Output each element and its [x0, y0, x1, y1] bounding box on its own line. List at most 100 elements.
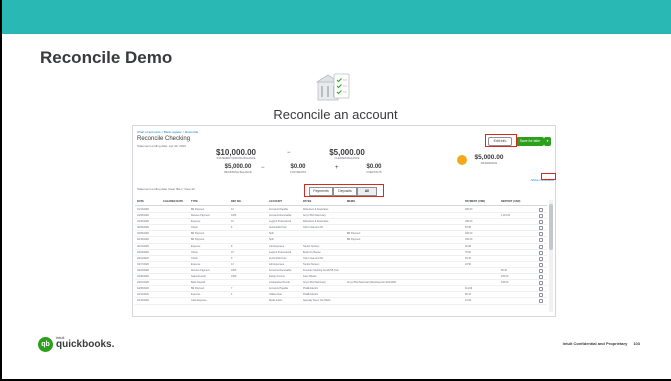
row-checkbox[interactable] — [539, 238, 543, 243]
beginning-balance-value: $5,000.00 — [224, 164, 252, 170]
table-row[interactable]: 04/19/2020 Cash Expense Meals & Ent. Squeak… — [135, 298, 547, 305]
cell-date: 04/19/2020 — [137, 299, 149, 303]
row-checkbox[interactable] — [539, 226, 543, 231]
cell-payment: 250.00 — [465, 220, 473, 224]
cell-payment: 19.99 — [465, 299, 471, 303]
cell-type: Check — [191, 226, 198, 230]
statement-date: Statement ending date: Apr 30, 2020 — [137, 144, 186, 148]
row-checkbox[interactable] — [539, 220, 543, 225]
slide-border-left — [0, 0, 2, 381]
plus-sign: + — [335, 165, 339, 171]
cell-type: Bank Deposit — [191, 281, 206, 285]
column-deposit[interactable]: DEPOSIT (USD) — [501, 200, 520, 203]
cell-payment: 23.50 — [465, 262, 471, 266]
payments-label: 0 payments — [289, 171, 307, 174]
cell-account: Job Expenses — [269, 262, 285, 266]
cell-ref: 1008 — [231, 275, 237, 279]
filter-bar[interactable]: Statement ending date Clear filter / Vie… — [137, 187, 194, 191]
row-checkbox[interactable] — [539, 287, 543, 292]
reconcile-document-icon — [316, 73, 350, 101]
column-account[interactable]: ACCOUNT — [269, 200, 282, 203]
cell-payee: Tania's Nursery — [303, 262, 320, 266]
cell-date: 03/03/2020 — [137, 250, 149, 254]
row-checkbox[interactable] — [539, 256, 543, 261]
column-payee[interactable]: PAYEE — [303, 200, 311, 203]
deposits-value: $0.00 — [366, 164, 382, 170]
cell-payment: 114.09 — [465, 287, 473, 291]
cell-payee: PG&E Electric — [303, 287, 319, 291]
cell-payee: Robertson & Associates — [303, 208, 329, 211]
cell-payee: Chin's Gas and Oil — [303, 226, 323, 230]
cell-payment: 200.00 — [465, 232, 473, 236]
difference-value: $5,000.00 — [474, 154, 504, 161]
cell-type: Receive Payment — [191, 268, 210, 272]
cell-account: Automobile:Fuel — [269, 256, 287, 260]
row-checkbox[interactable] — [539, 244, 543, 249]
cell-account: Automobile:Fuel — [269, 226, 287, 230]
row-checkbox[interactable] — [539, 262, 543, 267]
footer-note: Intuit Confidential and Proprietary 103 — [540, 341, 640, 346]
cell-account: Design income — [269, 275, 285, 279]
minus-sign: − — [287, 150, 291, 156]
cell-deposit: 1,115.00 — [501, 214, 511, 218]
table-scrollbar[interactable] — [549, 200, 553, 312]
cell-deposit: 86.40 — [501, 268, 507, 272]
cell-account: Accounts Payable — [269, 287, 289, 291]
row-checkbox[interactable] — [539, 208, 543, 212]
highlight-edit-info — [485, 134, 517, 147]
cell-account: Legal & Professional — [269, 250, 291, 254]
cell-date: 03/24/2020 — [137, 268, 149, 272]
cell-payee: Tania's Nursery — [303, 244, 320, 248]
account-title: Reconcile Checking — [137, 136, 191, 142]
row-checkbox[interactable] — [539, 293, 543, 298]
scrollbar-thumb[interactable] — [549, 204, 553, 250]
cell-account: Utilities:Gas — [269, 293, 282, 297]
row-checkbox[interactable] — [539, 281, 543, 286]
row-checkbox[interactable] — [539, 268, 543, 273]
cell-ref: 6 — [231, 226, 233, 230]
cell-payee: Amy's Bird Sanctuary — [303, 281, 326, 285]
cell-payee: Chin's Gas and Oil — [303, 256, 323, 260]
save-dropdown-button[interactable]: ▾ — [544, 137, 551, 146]
column-ref-no[interactable]: REF NO. — [231, 200, 242, 203]
column-date[interactable]: DATE — [137, 200, 144, 203]
cell-ref: 15 — [231, 250, 234, 254]
cell-date: 04/01/2020 — [137, 281, 149, 285]
cell-payment: 63.15 — [465, 256, 471, 260]
cell-type: Bill Payment — [191, 287, 205, 291]
column-type[interactable]: TYPE — [191, 200, 198, 203]
confidential-text: Intuit Confidential and Proprietary — [562, 341, 628, 346]
payments-value: $0.00 — [290, 164, 306, 170]
cell-type: Receive Payment — [191, 214, 210, 218]
save-for-later-button[interactable]: Save for later — [516, 137, 544, 146]
cell-date: 01/26/2020 — [137, 220, 149, 224]
cell-date: 03/28/2020 — [137, 275, 149, 279]
row-checkbox[interactable] — [539, 299, 543, 304]
cell-memo: Bill Payment — [347, 232, 361, 236]
cell-payee: Freeman Sporting Goods:55 Twin — [303, 268, 339, 272]
column-memo[interactable]: MEMO — [347, 200, 355, 203]
cell-payee: Squeaky Kleen Car Wash — [303, 299, 331, 303]
hero-title: Reconcile an account — [273, 107, 398, 122]
cell-account: Accounts Payable — [269, 208, 289, 211]
row-checkbox[interactable] — [539, 232, 543, 237]
row-checkbox[interactable] — [539, 275, 543, 280]
cell-date: 04/05/2020 — [137, 287, 149, 291]
cell-type: Expense — [191, 244, 201, 248]
quickbooks-logo: qb intuit quickbooks. — [38, 335, 114, 352]
cell-ref: 9 — [231, 256, 233, 260]
cleared-balance-value: $5,000.00 — [329, 148, 365, 157]
cell-deposit: 108.00 — [501, 281, 509, 285]
row-checkbox[interactable] — [539, 214, 543, 219]
column-payment[interactable]: PAYMENT (USD) — [465, 200, 485, 203]
cell-date: 02/09/2020 — [137, 226, 149, 230]
cell-payee: Kate Whelan — [303, 275, 317, 279]
cell-ref: 1005 — [231, 214, 237, 218]
cell-date: 02/09/2020 — [137, 232, 149, 236]
cell-type: Expense — [191, 293, 201, 297]
breadcrumb[interactable]: Chart of accounts > Bank register > Reco… — [137, 130, 198, 134]
column-cleared-date[interactable]: CLEARED DATE — [163, 200, 183, 203]
row-checkbox[interactable] — [539, 250, 543, 255]
cell-type: Sales Receipt — [191, 275, 206, 279]
difference-warning-icon — [457, 155, 467, 165]
